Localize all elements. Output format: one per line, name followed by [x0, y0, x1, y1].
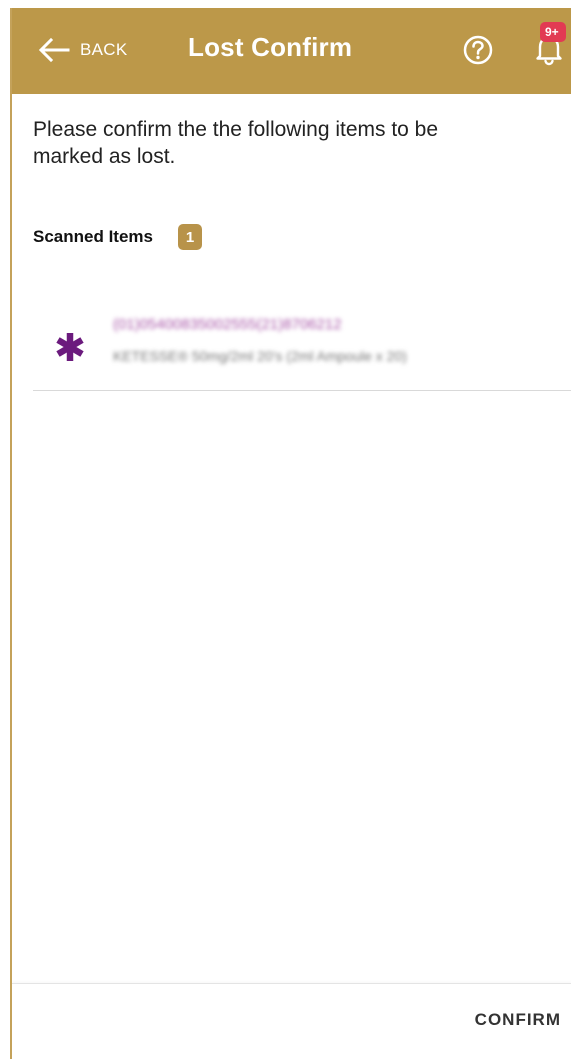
app-bar: BACK Lost Confirm 9+	[12, 8, 571, 94]
scanned-items-header: Scanned Items 1	[33, 224, 202, 250]
arrow-left-icon	[38, 37, 70, 63]
item-code: (01)05400835002555(21)8706212	[113, 316, 342, 333]
notification-badge: 9+	[540, 22, 566, 42]
back-label: BACK	[80, 40, 128, 59]
footer-bar: CONFIRM	[12, 983, 571, 1059]
app-screen: BACK Lost Confirm 9+ Please confirm the …	[10, 8, 571, 1059]
instruction-text: Please confirm the the following items t…	[33, 118, 439, 168]
back-button[interactable]: BACK	[38, 34, 128, 66]
confirm-button[interactable]: CONFIRM	[475, 1010, 561, 1030]
scanned-list-item[interactable]: (01)05400835002555(21)8706212 KETESSE® 5…	[33, 302, 571, 391]
asterisk-icon	[56, 333, 84, 361]
page-title: Lost Confirm	[188, 32, 353, 62]
main-content: Please confirm the the following items t…	[33, 116, 571, 391]
item-description: KETESSE® 50mg/2ml 20's (2ml Ampoule x 20…	[113, 348, 407, 364]
help-icon[interactable]	[462, 34, 494, 66]
scanned-count-badge: 1	[178, 224, 202, 250]
scanned-items-label: Scanned Items	[33, 227, 153, 246]
